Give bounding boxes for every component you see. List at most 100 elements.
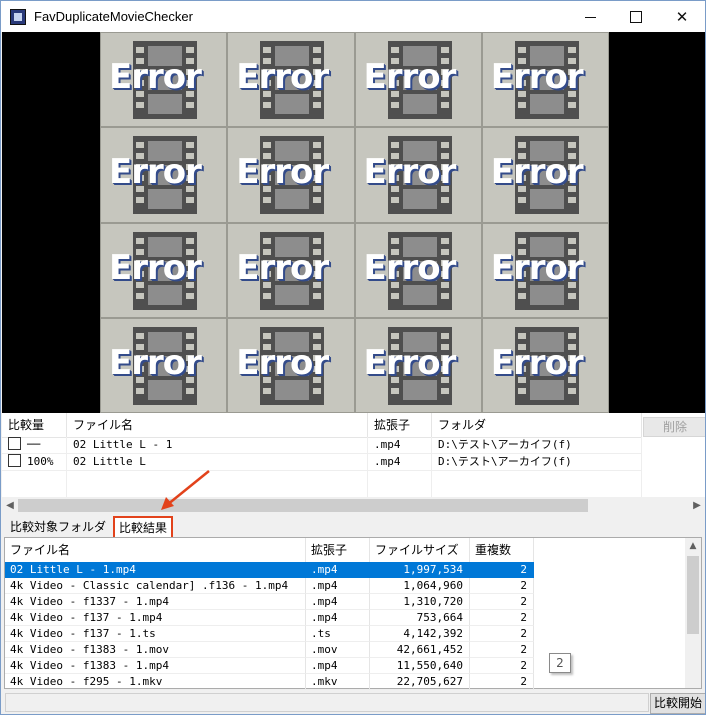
error-label: Error [363,152,457,193]
column-ratio[interactable]: 比較量 [2,413,67,437]
table-row[interactable]: 4k Video - f295 - 1.mkv .mkv 22,705,627 2 [5,674,687,690]
column-filename[interactable]: ファイル名 [67,413,368,437]
table-row[interactable]: ── 02 Little L - 1 .mp4 D:\テスト\アーカイフ(f) [2,437,642,454]
column-filesize[interactable]: ファイルサイズ [370,538,470,562]
filename-cell: 4k Video - f137 - 1.mp4 [5,610,306,626]
filesize-cell: 11,550,640 [370,658,470,674]
duplicates-cell: 2 [470,562,534,578]
delete-button[interactable]: 削除 [643,417,705,437]
column-folder[interactable]: フォルダ [432,413,642,437]
filename-cell: 02 Little L - 1.mp4 [5,562,306,578]
filesize-cell: 753,664 [370,610,470,626]
duplicates-cell: 2 [470,658,534,674]
table-row[interactable]: 02 Little L - 1.mp4 .mp4 1,997,534 2 [5,562,687,578]
vertical-scrollbar[interactable]: ▲ [685,538,701,688]
filename-cell: 4k Video - f1383 - 1.mov [5,642,306,658]
thumbnail[interactable]: Error [100,32,228,128]
thumbnail[interactable]: Error [481,32,609,128]
comparison-table-header: 比較量 ファイル名 拡張子 フォルダ [2,413,642,438]
filesize-cell: 42,661,452 [370,642,470,658]
table-row[interactable]: 4k Video - f1337 - 1.mp4 .mp4 1,310,720 2 [5,594,687,610]
error-label: Error [236,57,329,97]
extension-cell: .mp4 [306,578,370,594]
table-row[interactable]: 4k Video - f1383 - 1.mov .mov 42,661,452 2 [5,642,687,658]
extension-cell: .mp4 [306,562,370,578]
column-filename[interactable]: ファイル名 [5,538,306,562]
title-bar[interactable]: FavDuplicateMovieChecker ✕ [1,1,705,32]
thumbnail[interactable]: Error [100,317,228,413]
table-row[interactable]: 4k Video - f1383 - 1.mp4 .mp4 11,550,640 2 [5,658,687,674]
thumbnail[interactable]: Error [481,222,609,318]
error-label: Error [236,152,329,193]
maximize-icon [630,10,642,23]
error-label: Error [363,247,457,288]
row-checkbox[interactable] [8,437,21,450]
thumbnail-preview: Error Error Error Error Error Error Error Error… [2,32,705,413]
filesize-cell: 1,064,960 [370,578,470,594]
filename-cell: 4k Video - f1383 - 1.mp4 [5,658,306,674]
filename-cell: 4k Video - f1337 - 1.mp4 [5,594,306,610]
results-table-header: ファイル名 拡張子 ファイルサイズ 重複数 [5,538,687,562]
duplicates-cell: 2 [470,674,534,690]
extension-cell: .mp4 [306,658,370,674]
thumbnail[interactable]: Error [227,127,355,223]
window-title: FavDuplicateMovieChecker [34,9,193,24]
error-label: Error [236,247,329,288]
vertical-scroll-thumb[interactable] [687,556,699,634]
minimize-button[interactable] [567,1,613,32]
thumbnail[interactable]: Error [354,32,482,128]
filesize-cell: 1,997,534 [370,562,470,578]
tab-compare-folders[interactable]: 比較対象フォルダ [6,518,110,536]
ratio-cell: ── [27,438,41,451]
row-checkbox[interactable] [8,454,21,467]
thumbnail[interactable]: Error [354,222,482,318]
close-button[interactable]: ✕ [659,1,705,32]
thumbnail[interactable]: Error [481,317,609,413]
thumbnail[interactable]: Error [227,222,355,318]
maximize-button[interactable] [613,1,659,32]
error-label: Error [490,57,584,97]
tab-bar: 比較対象フォルダ 比較結果 [2,515,705,540]
extension-cell: .mp4 [368,437,432,453]
count-tooltip: 2 [549,653,571,673]
ratio-cell: 100% [27,455,54,468]
thumbnail[interactable]: Error [100,222,228,318]
thumbnail[interactable]: Error [354,317,482,413]
scroll-up-icon[interactable]: ▲ [685,538,701,554]
duplicates-cell: 2 [470,626,534,642]
duplicates-cell: 2 [470,578,534,594]
filename-cell: 02 Little L [67,454,368,470]
filesize-cell: 22,705,627 [370,674,470,690]
table-row[interactable]: 100% 02 Little L .mp4 D:\テスト\アーカイフ(f) [2,454,642,471]
scroll-right-icon[interactable]: ▶ [689,497,705,514]
column-duplicates[interactable]: 重複数 [470,538,534,562]
duplicates-cell: 2 [470,594,534,610]
error-label: Error [363,57,457,97]
thumbnail[interactable]: Error [227,32,355,128]
comparison-table: 比較量 ファイル名 拡張子 フォルダ 削除 ── 02 Little L - 1… [2,413,705,498]
extension-cell: .mp4 [306,610,370,626]
scroll-left-icon[interactable]: ◀ [2,497,18,514]
error-label: Error [236,342,329,383]
error-label: Error [109,247,202,288]
column-extension[interactable]: 拡張子 [368,413,432,437]
table-row[interactable]: 4k Video - f137 - 1.ts .ts 4,142,392 2 [5,626,687,642]
filesize-cell: 4,142,392 [370,626,470,642]
status-bar: 比較開始 [2,691,705,714]
results-table: ファイル名 拡張子 ファイルサイズ 重複数 02 Little L - 1.mp… [4,537,702,690]
start-compare-button[interactable]: 比較開始 [650,693,705,714]
thumbnail[interactable]: Error [227,317,355,413]
thumbnail[interactable]: Error [481,127,609,223]
error-label: Error [490,342,584,383]
horizontal-scrollbar[interactable]: ◀ ▶ [2,497,705,514]
extension-cell: .mp4 [368,454,432,470]
error-label: Error [490,247,584,288]
table-row[interactable]: 4k Video - f137 - 1.mp4 .mp4 753,664 2 [5,610,687,626]
app-icon [10,8,26,25]
column-extension[interactable]: 拡張子 [306,538,370,562]
horizontal-scroll-thumb[interactable] [18,499,588,512]
table-row[interactable]: 4k Video - Classic calendar] .f136 - 1.m… [5,578,687,594]
thumbnail[interactable]: Error [354,127,482,223]
thumbnail[interactable]: Error [100,127,228,223]
filename-cell: 4k Video - f137 - 1.ts [5,626,306,642]
